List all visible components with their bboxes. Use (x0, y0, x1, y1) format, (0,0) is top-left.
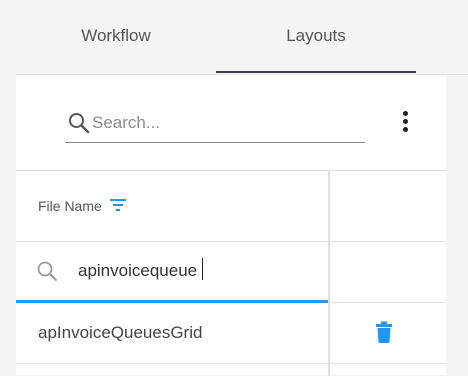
tab-bar: Workflow Layouts (16, 0, 468, 75)
search-icon (69, 113, 90, 134)
trash-icon[interactable] (375, 321, 393, 343)
grid-header-row: File Name (16, 171, 446, 242)
file-name-cell: apInvoiceQueuesGrid (38, 323, 203, 342)
tab-workflow-label: Workflow (81, 26, 151, 45)
column-header-file-name[interactable]: File Name (38, 198, 102, 214)
search-field (65, 105, 365, 143)
tab-layouts-label: Layouts (286, 26, 346, 45)
table-row[interactable]: apInvoiceQueuesGrid (16, 303, 446, 364)
search-input[interactable] (92, 111, 357, 135)
file-name-filter-cell (16, 242, 328, 303)
layouts-panel: File Name apInvoiceQueuesGrid (16, 75, 446, 376)
tab-workflow[interactable]: Workflow (16, 0, 216, 72)
tab-layouts[interactable]: Layouts (216, 0, 416, 72)
active-tab-indicator (216, 71, 416, 73)
filter-search-icon (37, 261, 57, 281)
file-name-filter-input[interactable] (78, 259, 318, 283)
column-filter-row (16, 242, 446, 303)
file-grid: File Name apInvoiceQueuesGrid (16, 170, 446, 376)
more-options-icon[interactable] (396, 109, 416, 135)
text-caret (202, 258, 203, 280)
filter-icon[interactable] (110, 198, 126, 212)
column-divider (328, 171, 330, 376)
